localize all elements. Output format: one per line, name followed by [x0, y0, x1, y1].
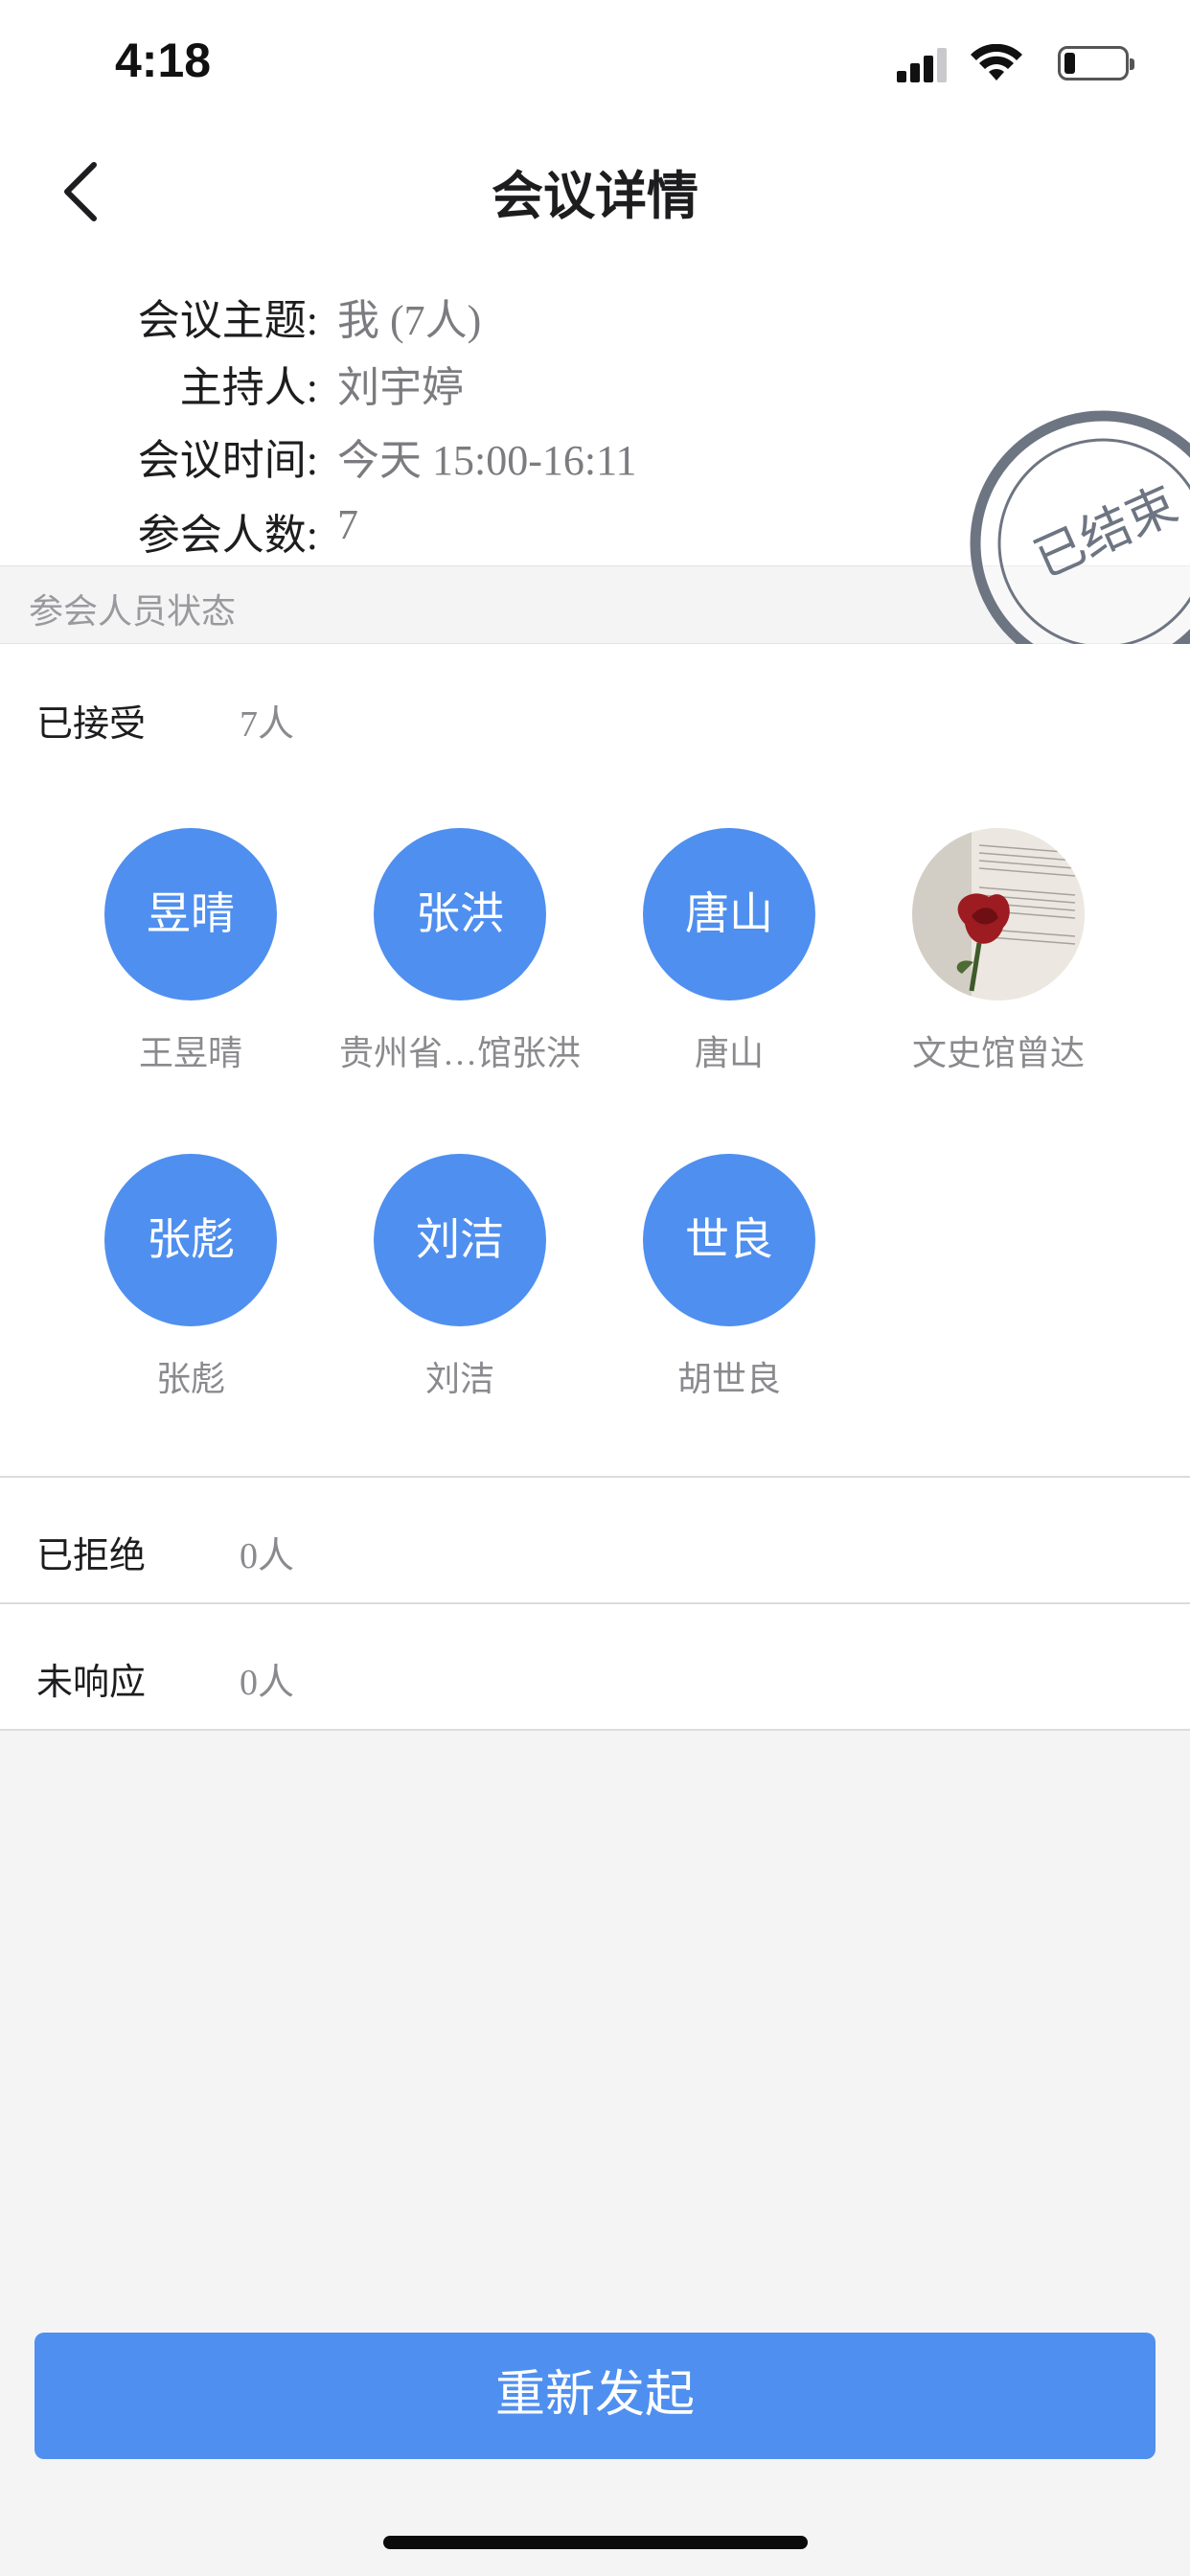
member-item[interactable]: 张彪 张彪 — [56, 1154, 326, 1401]
no-response-count: 0人 — [240, 1663, 295, 1703]
time-label: 会议时间: — [137, 437, 318, 484]
host-value: 刘宇婷 — [337, 364, 464, 411]
member-item[interactable]: 张洪 贵州省…馆张洪 — [325, 828, 595, 1075]
avatar: 张洪 — [374, 828, 546, 1000]
avatar: 世良 — [643, 1154, 815, 1326]
member-name: 唐山 — [694, 1034, 764, 1072]
member-name: 文史馆曾达 — [911, 1034, 1085, 1072]
rejected-row[interactable]: 已拒绝 0人 — [0, 1482, 1190, 1606]
topic-label: 会议主题: — [137, 297, 318, 344]
avatar: 刘洁 — [374, 1154, 546, 1326]
meeting-topic-row: 会议主题: 我 (7人) — [0, 286, 1190, 344]
wifi-icon — [971, 44, 1022, 80]
member-item[interactable]: 唐山 唐山 — [594, 828, 864, 1075]
home-indicator[interactable] — [383, 2536, 808, 2549]
relaunch-button[interactable]: 重新发起 — [34, 2333, 1156, 2459]
status-time: 4:18 — [115, 34, 212, 87]
section-title: 参会人员状态 — [29, 592, 237, 631]
avatar: 张彪 — [104, 1154, 277, 1326]
host-label: 主持人: — [179, 364, 318, 411]
rejected-label: 已拒绝 — [36, 1536, 147, 1576]
member-name: 刘洁 — [424, 1360, 494, 1398]
rejected-count: 0人 — [240, 1536, 295, 1576]
page-title: 会议详情 — [492, 168, 698, 225]
divider — [0, 1729, 1190, 1731]
photo-avatar — [912, 828, 1085, 1000]
ended-stamp: 已结束 — [970, 410, 1190, 677]
accepted-count: 7人 — [240, 704, 295, 745]
count-value: 7 — [337, 501, 358, 548]
count-label: 参会人数: — [137, 512, 318, 559]
member-item[interactable]: 世良 胡世良 — [594, 1154, 864, 1401]
member-name: 张彪 — [155, 1360, 225, 1398]
member-item[interactable]: 昱晴 王昱晴 — [56, 828, 326, 1075]
avatar: 唐山 — [643, 828, 815, 1000]
divider — [0, 1476, 1190, 1478]
accepted-row[interactable]: 已接受 7人 — [0, 650, 1190, 774]
member-name: 贵州省…馆张洪 — [338, 1034, 581, 1072]
topic-value: 我 (7人) — [337, 297, 482, 344]
member-name: 王昱晴 — [138, 1034, 242, 1072]
time-value: 今天 15:00-16:11 — [337, 437, 637, 484]
member-item[interactable]: 刘洁 刘洁 — [325, 1154, 595, 1401]
signal-icon — [897, 46, 949, 82]
divider — [0, 1602, 1190, 1604]
avatar: 昱晴 — [104, 828, 277, 1000]
status-icons — [880, 44, 1134, 82]
battery-icon — [1058, 46, 1134, 80]
member-item[interactable]: 文史馆曾达 — [863, 828, 1133, 1075]
accepted-label: 已接受 — [36, 704, 147, 745]
rose-photo-icon — [912, 828, 1085, 1000]
no-response-label: 未响应 — [36, 1663, 147, 1703]
member-name: 胡世良 — [676, 1360, 781, 1398]
meeting-host-row: 主持人: 刘宇婷 — [0, 353, 1190, 411]
no-response-row[interactable]: 未响应 0人 — [0, 1608, 1190, 1733]
